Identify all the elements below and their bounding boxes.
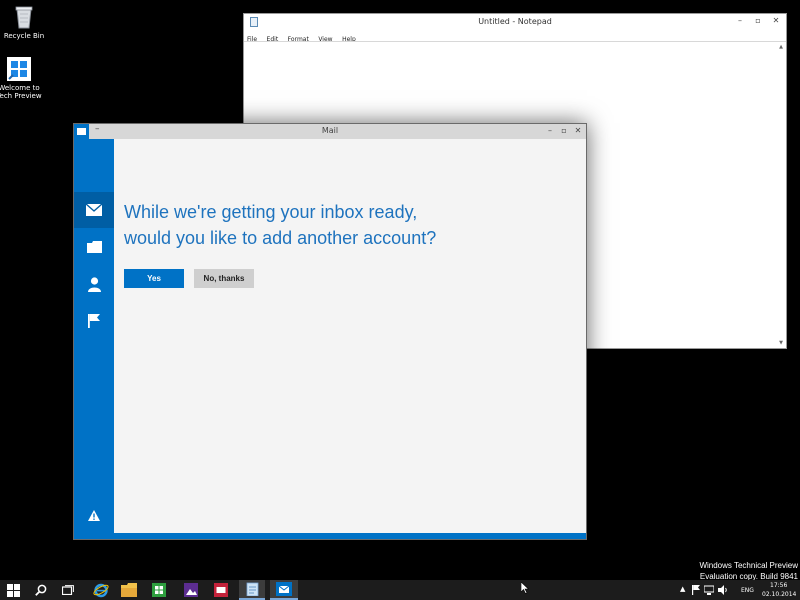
maximize-button[interactable]: ▫	[558, 126, 570, 135]
task-view-button[interactable]	[55, 580, 81, 600]
task-view-icon	[62, 585, 74, 595]
recycle-bin-icon	[12, 4, 36, 30]
sidebar-flag-button[interactable]	[74, 303, 114, 339]
evaluation-watermark: Windows Technical Preview Evaluation cop…	[699, 560, 798, 582]
notepad-titlebar[interactable]: Untitled - Notepad – ▫ ✕	[244, 14, 786, 31]
search-icon	[35, 584, 47, 596]
desktop-icon-label: Tech Preview	[0, 92, 42, 100]
news-icon	[214, 583, 228, 597]
network-icon[interactable]	[704, 585, 714, 595]
minimize-button[interactable]: –	[544, 126, 556, 135]
mail-bottom-bar	[74, 533, 586, 539]
yes-button[interactable]: Yes	[124, 269, 184, 288]
scroll-up-arrow-icon[interactable]: ▲	[779, 44, 783, 50]
photos-icon	[184, 583, 198, 597]
watermark-line-1: Windows Technical Preview	[699, 561, 798, 570]
people-icon	[87, 276, 101, 292]
setup-prompt: While we're getting your inbox ready, wo…	[124, 199, 564, 251]
folder-icon	[86, 241, 102, 253]
tray-overflow-icon[interactable]: ▲	[680, 585, 685, 593]
clock-date[interactable]: 02.10.2014	[762, 591, 796, 598]
mail-window[interactable]: – Mail – ▫ ✕ While we're getting your in…	[73, 123, 587, 540]
start-button[interactable]	[0, 580, 26, 600]
desktop-icon-label: Recycle Bin	[3, 32, 45, 40]
mail-titlebar[interactable]: – Mail – ▫ ✕	[74, 124, 586, 139]
prompt-line-2: would you like to add another account?	[124, 228, 437, 248]
windows-logo-icon	[7, 56, 31, 82]
minimize-button[interactable]: –	[734, 16, 746, 25]
notepad-menubar: File Edit Format View Help	[244, 31, 786, 43]
sidebar-people-button[interactable]	[74, 266, 114, 302]
warning-icon	[88, 509, 100, 521]
taskbar: ▲ ENG 17:56 02.10.2014	[0, 580, 800, 600]
language-indicator[interactable]: ENG	[741, 587, 754, 594]
store-icon	[152, 583, 166, 597]
flag-icon	[88, 314, 100, 328]
taskbar-mail[interactable]	[270, 580, 298, 600]
mail-icon	[86, 204, 102, 216]
taskbar-store[interactable]	[146, 580, 172, 600]
scroll-down-arrow-icon[interactable]: ▼	[779, 340, 783, 346]
no-thanks-button[interactable]: No, thanks	[194, 269, 254, 288]
taskbar-photos[interactable]	[178, 580, 204, 600]
close-button[interactable]: ✕	[572, 126, 584, 135]
taskbar-news[interactable]	[208, 580, 234, 600]
taskbar-internet-explorer[interactable]	[88, 580, 114, 600]
volume-icon[interactable]	[718, 585, 728, 595]
sidebar-folders-button[interactable]	[74, 229, 114, 265]
mail-icon	[276, 582, 292, 596]
notepad-icon	[246, 582, 258, 596]
mail-sidebar	[74, 139, 114, 533]
prompt-line-1: While we're getting your inbox ready,	[124, 202, 418, 222]
search-button[interactable]	[28, 580, 54, 600]
sidebar-mail-button[interactable]	[74, 192, 114, 228]
taskbar-notepad[interactable]	[239, 580, 265, 600]
taskbar-file-explorer[interactable]	[116, 580, 142, 600]
mail-title: Mail	[321, 126, 339, 135]
desktop-icon-label: Welcome to	[0, 84, 40, 92]
maximize-button[interactable]: ▫	[752, 16, 764, 25]
start-icon	[6, 583, 20, 597]
internet-explorer-icon	[93, 583, 109, 598]
clock-time[interactable]: 17:56	[770, 582, 787, 589]
sidebar-warning-button[interactable]	[74, 497, 114, 533]
desktop-icon-recycle-bin[interactable]: Recycle Bin	[0, 4, 52, 40]
file-explorer-icon	[121, 583, 137, 597]
mouse-cursor-icon	[521, 582, 529, 594]
desktop-icon-welcome[interactable]: Welcome to Tech Preview	[0, 56, 47, 100]
action-center-flag-icon[interactable]	[692, 585, 700, 595]
notepad-title: Untitled - Notepad	[478, 17, 552, 26]
close-button[interactable]: ✕	[770, 16, 782, 25]
